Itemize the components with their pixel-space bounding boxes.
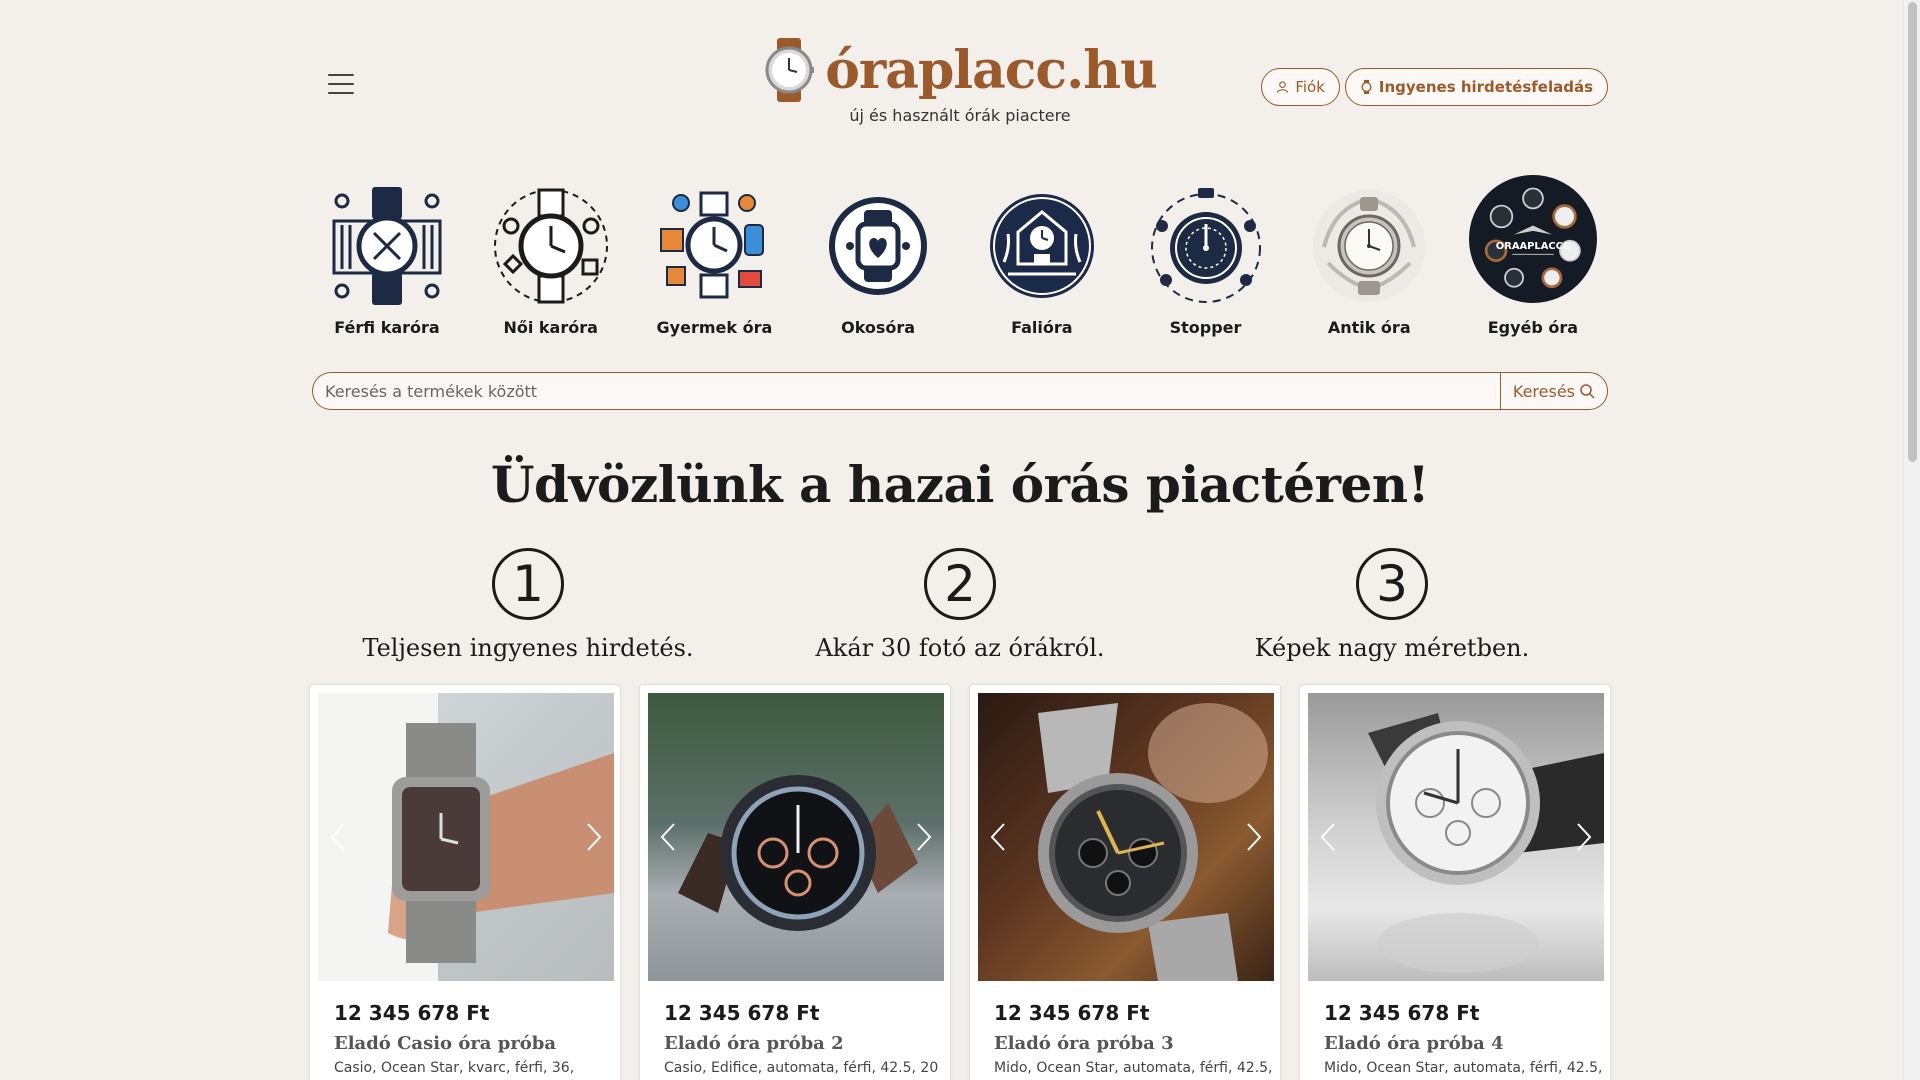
- listing-meta: Mido, Ocean Star, automata, férfi, 42.5,: [994, 1060, 1272, 1076]
- step-number: 2: [924, 548, 996, 620]
- carousel-next-icon[interactable]: [1244, 822, 1264, 852]
- search-button-label: Keresés: [1512, 381, 1575, 401]
- post-ad-label: Ingyenes hirdetésfeladás: [1378, 78, 1593, 96]
- category-label: Egyéb óra: [1487, 318, 1579, 337]
- listing-meta: Mido, Ocean Star, automata, férfi, 42.5,: [1324, 1060, 1602, 1076]
- listing-title[interactable]: Eladó óra próba 2: [664, 1033, 942, 1054]
- listing-image[interactable]: [318, 693, 614, 981]
- category-label: Gyermek óra: [656, 318, 773, 337]
- other-watch-logo-text: ORAAPLACCC: [1496, 241, 1570, 252]
- watch-photo-casio: [318, 693, 614, 981]
- antique-watch-icon: [1313, 190, 1426, 302]
- mens-watch-icon: [332, 187, 442, 305]
- category-label: Antik óra: [1327, 318, 1411, 337]
- carousel-next-icon[interactable]: [584, 822, 604, 852]
- other-watch-icon: ORAAPLACCC: [1468, 175, 1597, 303]
- step-number: 3: [1356, 548, 1428, 620]
- listing-price: 12 345 678 Ft: [994, 1001, 1150, 1025]
- carousel-prev-icon[interactable]: [1318, 822, 1338, 852]
- page-scrollbar[interactable]: [1903, 0, 1920, 1080]
- category-list: Férfi karóra Női karóra Gyermek óra Okos…: [312, 175, 1608, 337]
- wall-clock-icon: [989, 194, 1094, 298]
- kids-watch-icon: [660, 191, 765, 299]
- carousel-prev-icon[interactable]: [658, 822, 678, 852]
- womens-watch-icon: [493, 188, 608, 304]
- category-kids-watch[interactable]: Gyermek óra: [639, 182, 789, 337]
- category-label: Falióra: [1011, 318, 1073, 337]
- category-other-watch[interactable]: ORAAPLACCC Egyéb óra: [1458, 175, 1608, 337]
- smartwatch-icon: [829, 197, 928, 295]
- watch-logo-icon: [765, 38, 815, 102]
- listing-title[interactable]: Eladó óra próba 4: [1324, 1033, 1602, 1054]
- scrollbar-thumb[interactable]: [1908, 2, 1917, 462]
- logo-link[interactable]: óraplacc.hu: [763, 38, 1158, 102]
- stopwatch-icon: [1150, 188, 1261, 303]
- feature-step: 3 Képek nagy méretben.: [1176, 548, 1608, 662]
- category-antique-watch[interactable]: Antik óra: [1294, 182, 1444, 337]
- listing-card[interactable]: 12 345 678 Ft Eladó óra próba 3 Mido, Oc…: [969, 684, 1281, 1080]
- account-button[interactable]: Fiók: [1261, 68, 1340, 106]
- category-label: Stopper: [1169, 318, 1242, 337]
- site-tagline: új és használt órák piactere: [849, 106, 1071, 125]
- category-smartwatch[interactable]: Okosóra: [803, 182, 953, 337]
- carousel-next-icon[interactable]: [1574, 822, 1594, 852]
- listing-image[interactable]: [648, 693, 944, 981]
- watch-photo-edifice: [678, 775, 918, 931]
- watch-photo-mido-3: [1038, 703, 1268, 981]
- listing-meta: Casio, Edifice, automata, férfi, 42.5, 2…: [664, 1060, 939, 1076]
- category-womens-watch[interactable]: Női karóra: [476, 182, 626, 337]
- category-wall-clock[interactable]: Falióra: [967, 182, 1117, 337]
- listing-image[interactable]: [1308, 693, 1604, 981]
- listing-image[interactable]: [978, 693, 1274, 981]
- listing-title[interactable]: Eladó óra próba 3: [994, 1033, 1272, 1054]
- welcome-title: Üdvözlünk a hazai órás piactéren!: [490, 455, 1430, 514]
- carousel-prev-icon[interactable]: [988, 822, 1008, 852]
- account-label: Fiók: [1295, 78, 1325, 96]
- step-text: Teljesen ingyenes hirdetés.: [362, 634, 694, 662]
- category-label: Férfi karóra: [334, 318, 440, 337]
- step-text: Képek nagy méretben.: [1254, 634, 1530, 662]
- category-label: Női karóra: [503, 318, 598, 337]
- carousel-next-icon[interactable]: [914, 822, 934, 852]
- listing-card[interactable]: 12 345 678 Ft Eladó óra próba 2 Casio, E…: [639, 684, 951, 1080]
- search-button[interactable]: Keresés: [1499, 372, 1608, 410]
- category-stopwatch[interactable]: Stopper: [1131, 182, 1281, 337]
- category-mens-watch[interactable]: Férfi karóra: [312, 182, 462, 337]
- listing-card[interactable]: 12 345 678 Ft Eladó óra próba 4 Mido, Oc…: [1299, 684, 1611, 1080]
- listing-title[interactable]: Eladó Casio óra próba: [334, 1033, 612, 1054]
- listing-cards: 12 345 678 Ft Eladó Casio óra próba Casi…: [309, 684, 1611, 1080]
- post-ad-button[interactable]: Ingyenes hirdetésfeladás: [1344, 68, 1608, 106]
- feature-steps: 1 Teljesen ingyenes hirdetés. 2 Akár 30 …: [312, 548, 1608, 662]
- search-input[interactable]: [312, 372, 1500, 410]
- carousel-prev-icon[interactable]: [328, 822, 348, 852]
- listing-price: 12 345 678 Ft: [664, 1001, 820, 1025]
- header-actions: Fiók Ingyenes hirdetésfeladás: [1261, 68, 1608, 106]
- listing-card[interactable]: 12 345 678 Ft Eladó Casio óra próba Casi…: [309, 684, 621, 1080]
- category-label: Okosóra: [841, 318, 916, 337]
- search-icon: [1580, 384, 1595, 399]
- step-text: Akár 30 fotó az órákról.: [815, 634, 1105, 662]
- site-name: óraplacc.hu: [825, 39, 1158, 101]
- listing-price: 12 345 678 Ft: [1324, 1001, 1480, 1025]
- feature-step: 2 Akár 30 fotó az órákról.: [744, 548, 1176, 662]
- step-number: 1: [492, 548, 564, 620]
- watch-photo-mido-4: [1368, 713, 1604, 973]
- user-icon: [1277, 81, 1289, 93]
- watch-icon: [1361, 80, 1372, 94]
- listing-price: 12 345 678 Ft: [334, 1001, 490, 1025]
- search-bar: Keresés: [312, 372, 1608, 410]
- feature-step: 1 Teljesen ingyenes hirdetés.: [312, 548, 744, 662]
- listing-meta: Casio, Ocean Star, kvarc, férfi, 36,: [334, 1060, 575, 1076]
